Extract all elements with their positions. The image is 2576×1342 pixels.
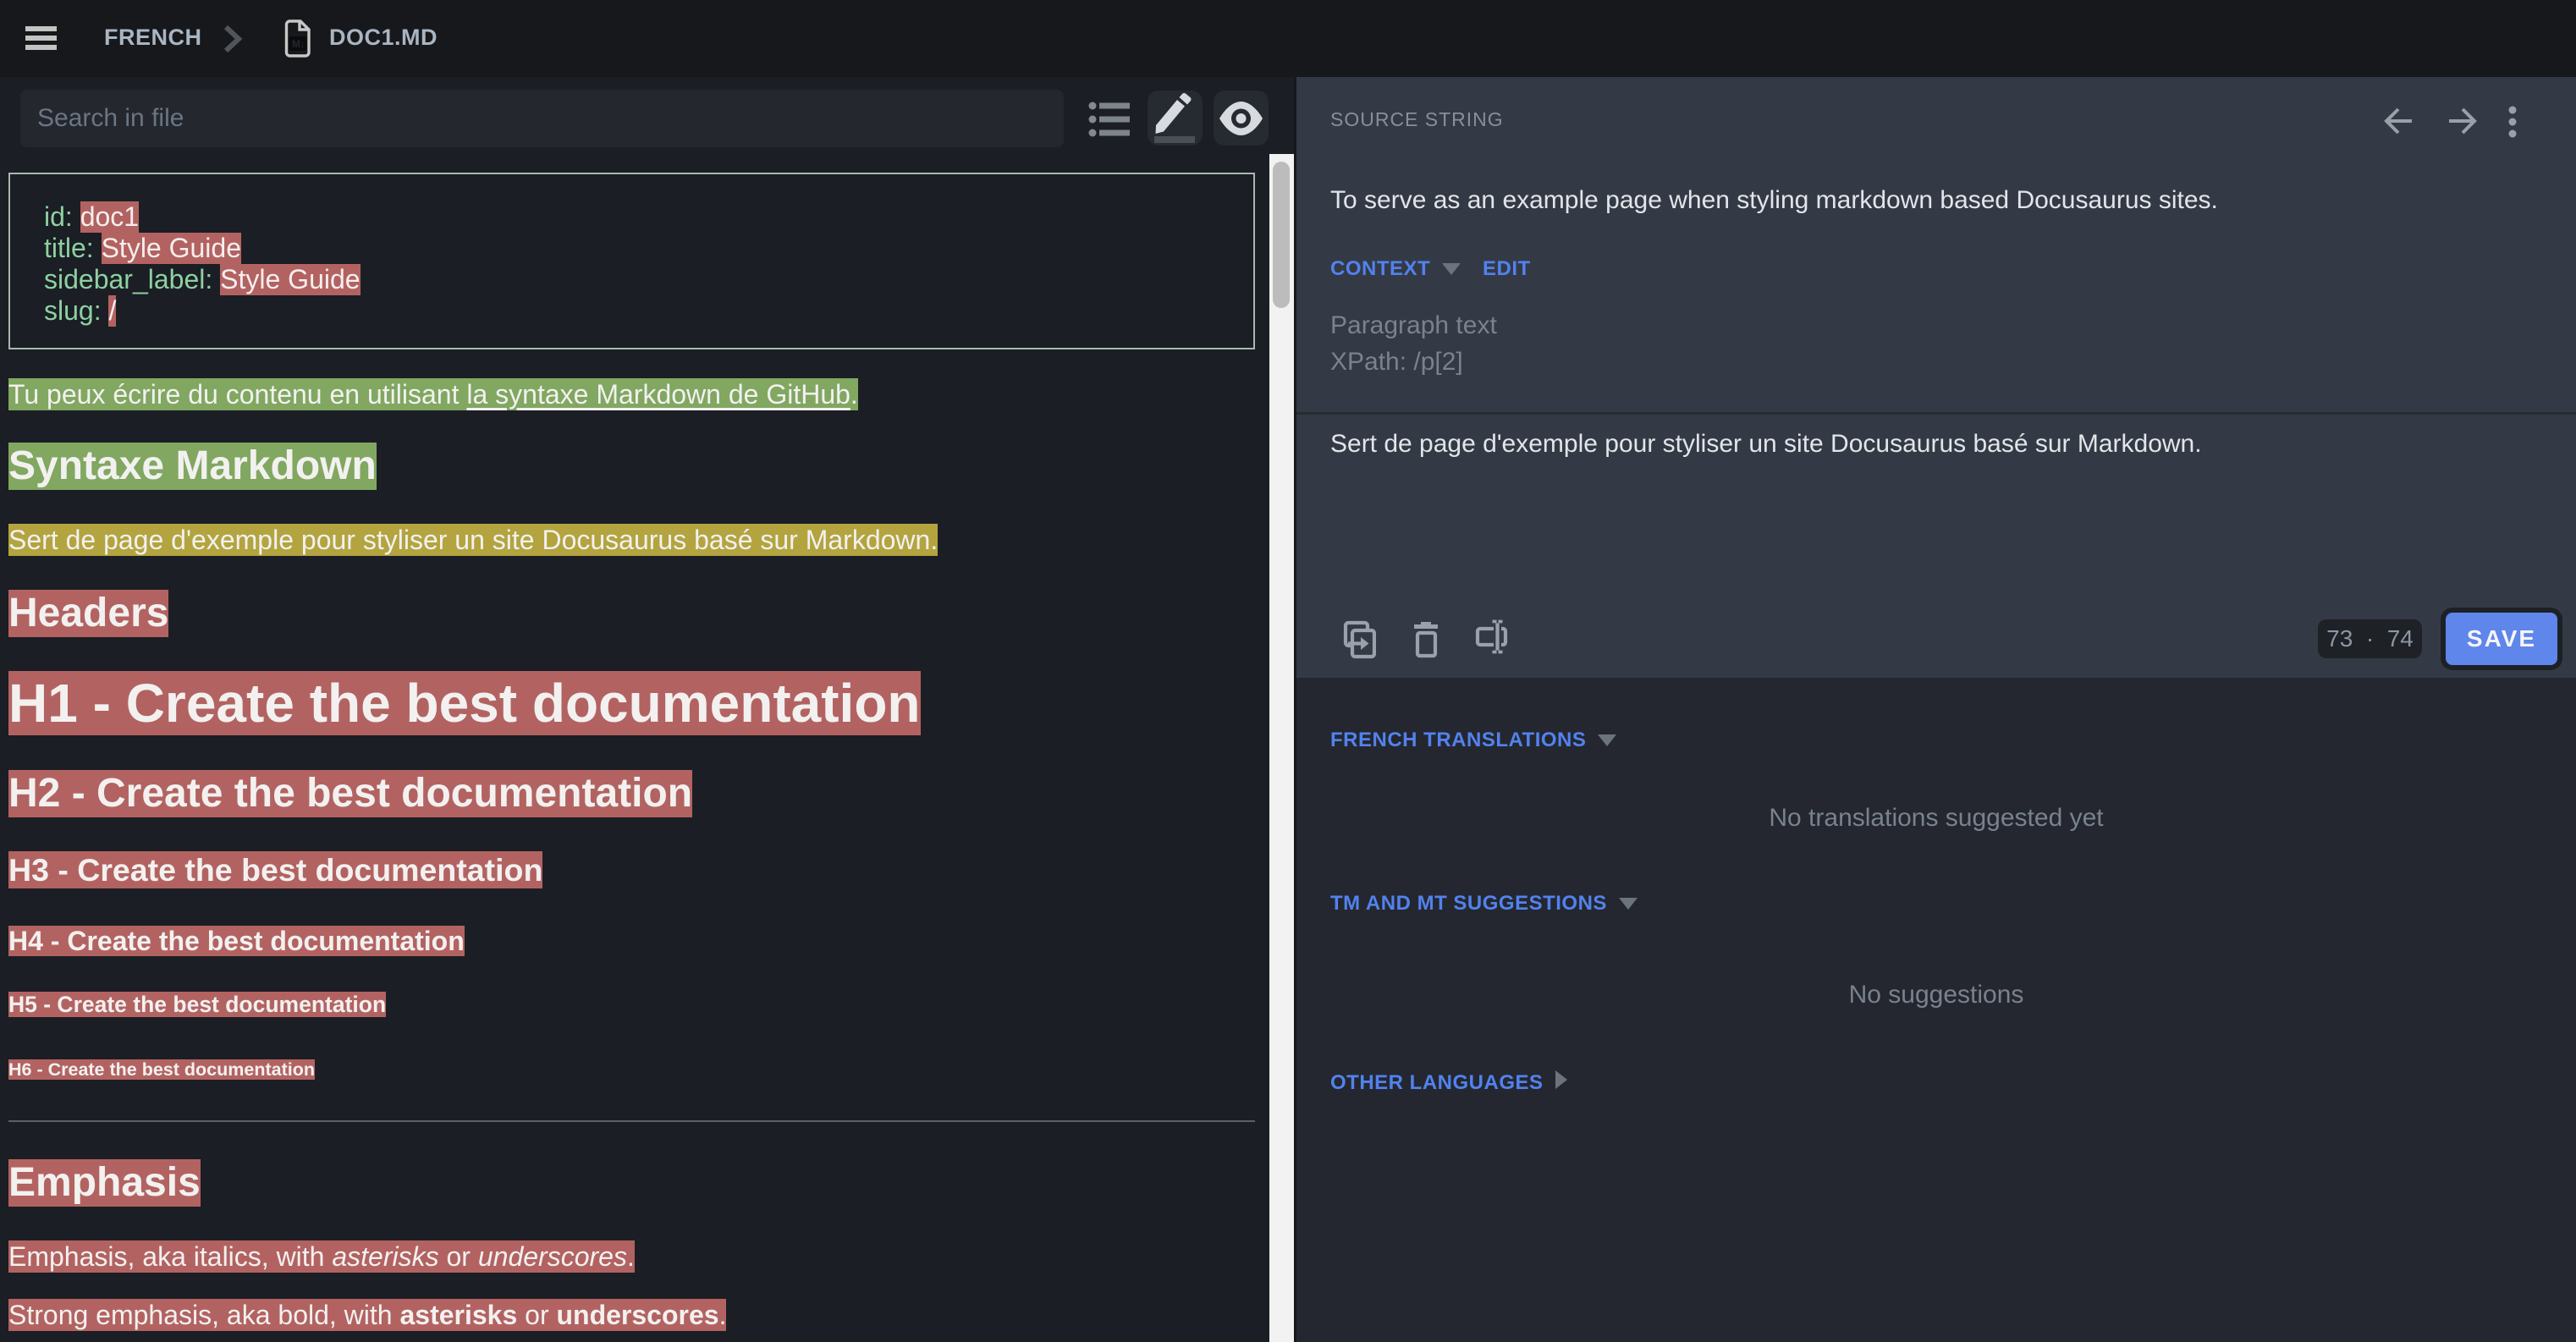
svg-text:M: M (292, 38, 300, 50)
svg-text:↓: ↓ (300, 38, 305, 50)
